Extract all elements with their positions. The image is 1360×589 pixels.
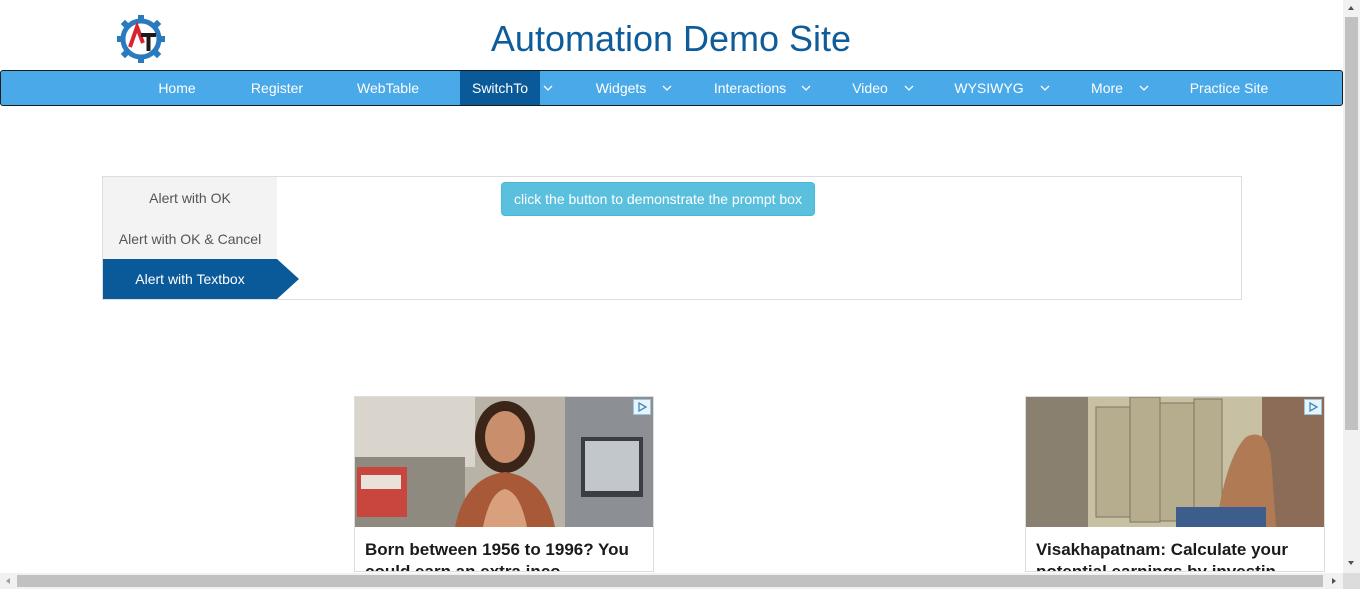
ad-card[interactable]: Visakhapatnam: Calculate your potential …: [1025, 396, 1325, 572]
scroll-down-arrow-icon[interactable]: [1348, 561, 1354, 565]
alert-tabs-panel: Alert with OK Alert with OK & Cancel Ale…: [102, 176, 1242, 300]
nav-home[interactable]: Home: [136, 71, 218, 105]
ad-headline[interactable]: Born between 1956 to 1996? You could ear…: [365, 539, 645, 571]
chevron-down-icon[interactable]: [541, 71, 555, 105]
tab-list: Alert with OK Alert with OK & Cancel Ale…: [103, 177, 277, 299]
ad-choices-icon[interactable]: [1304, 399, 1322, 415]
ad-card[interactable]: Born between 1956 to 1996? You could ear…: [354, 396, 654, 572]
ad-choices-icon[interactable]: [633, 399, 651, 415]
ad-image[interactable]: [355, 397, 653, 527]
page-title: Automation Demo Site: [490, 18, 852, 59]
tab-alert-textbox[interactable]: Alert with Textbox: [103, 259, 277, 299]
tab-alert-ok[interactable]: Alert with OK: [103, 178, 277, 218]
scrollbar-corner: [1343, 573, 1360, 589]
vertical-scrollbar[interactable]: [1343, 0, 1360, 573]
scroll-left-arrow-icon[interactable]: [6, 578, 10, 584]
scroll-right-arrow-icon[interactable]: [1332, 578, 1336, 584]
ad-headline[interactable]: Visakhapatnam: Calculate your potential …: [1036, 539, 1316, 571]
horizontal-scroll-thumb[interactable]: [17, 575, 1323, 587]
tab-alert-ok-cancel[interactable]: Alert with OK & Cancel: [103, 219, 277, 259]
vertical-scroll-thumb[interactable]: [1345, 17, 1358, 430]
nav-interactions[interactable]: Interactions: [703, 71, 797, 105]
main-navbar: Home Register WebTable SwitchTo Widgets …: [0, 70, 1343, 106]
nav-widgets[interactable]: Widgets: [585, 71, 657, 105]
nav-practice-site[interactable]: Practice Site: [1179, 71, 1279, 105]
nav-webtable[interactable]: WebTable: [341, 71, 435, 105]
active-tab-arrow: [277, 259, 299, 299]
chevron-down-icon[interactable]: [660, 71, 674, 105]
nav-video[interactable]: Video: [844, 71, 896, 105]
chevron-down-icon[interactable]: [799, 71, 813, 105]
nav-switchto[interactable]: SwitchTo: [460, 71, 540, 105]
nav-register[interactable]: Register: [235, 71, 319, 105]
nav-wysiwyg[interactable]: WYSIWYG: [945, 71, 1033, 105]
nav-more[interactable]: More: [1081, 71, 1133, 105]
ad-image[interactable]: [1026, 397, 1324, 527]
chevron-down-icon[interactable]: [1137, 71, 1151, 105]
scroll-up-arrow-icon[interactable]: [1348, 6, 1354, 10]
chevron-down-icon[interactable]: [902, 71, 916, 105]
chevron-down-icon[interactable]: [1038, 71, 1052, 105]
prompt-box-button[interactable]: click the button to demonstrate the prom…: [501, 182, 815, 216]
horizontal-scrollbar[interactable]: [0, 573, 1343, 589]
